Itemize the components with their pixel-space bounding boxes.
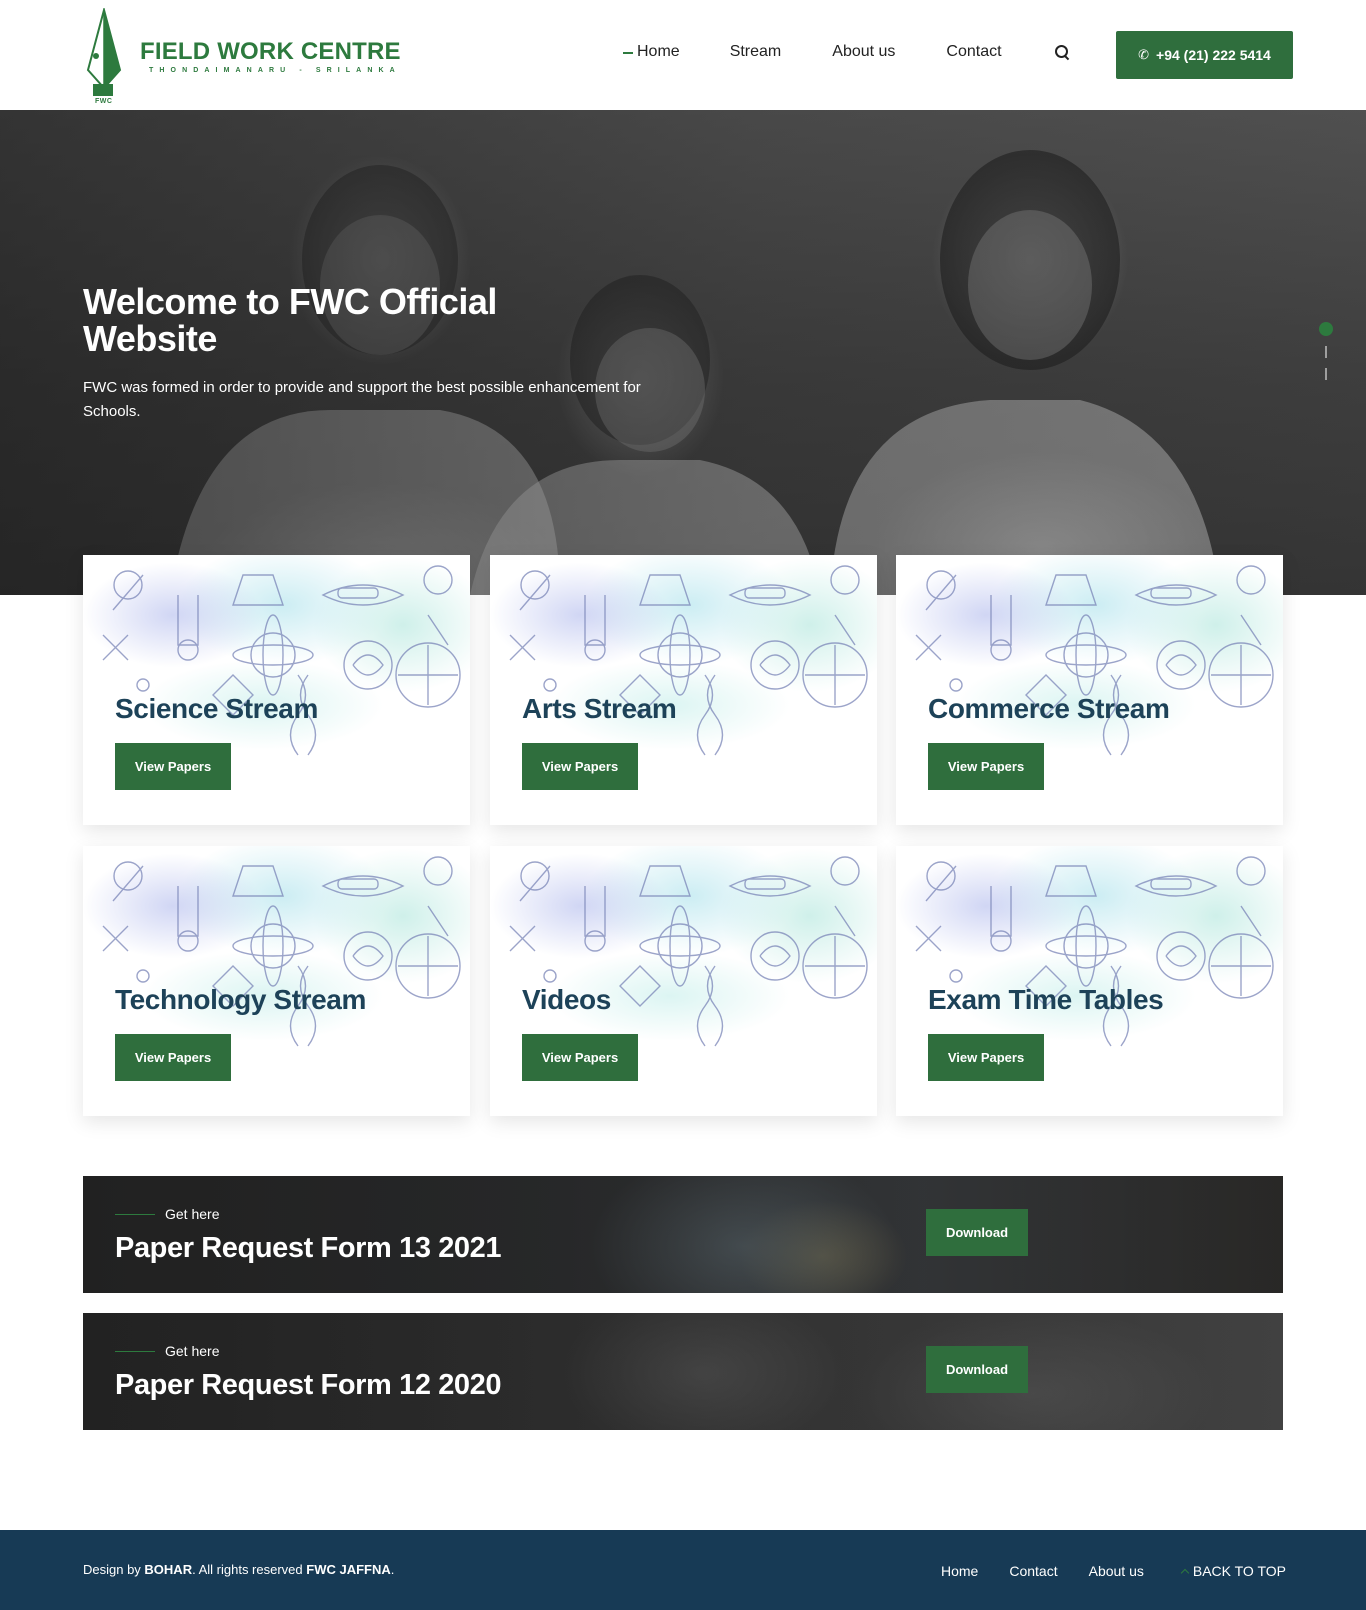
download-button[interactable]: Download: [926, 1346, 1028, 1393]
phone-button[interactable]: ✆ +94 (21) 222 5414: [1116, 31, 1293, 79]
view-papers-button[interactable]: View Papers: [115, 1034, 231, 1081]
nav-home[interactable]: Home: [623, 43, 680, 61]
copy-suffix: .: [390, 1562, 395, 1577]
main-nav: Home Stream About us Contact: [623, 43, 1070, 61]
hero-description: FWC was formed in order to provide and s…: [83, 379, 641, 420]
logo-subtitle: THONDAIMANARU - SRILANKA: [149, 67, 401, 74]
card-science-stream: Science Stream View Papers: [83, 555, 470, 825]
fwc-logo-icon: [86, 8, 122, 96]
banner-title: Paper Request Form 13 2021: [115, 1232, 502, 1264]
nav-contact[interactable]: Contact: [946, 43, 1001, 61]
science-doodle-image: [490, 555, 877, 765]
phone-icon: ✆: [1138, 47, 1150, 62]
download-button[interactable]: Download: [926, 1209, 1028, 1256]
card-title: Exam Time Tables: [928, 984, 1164, 1015]
logo-abbr: FWC: [95, 98, 113, 105]
card-title: Technology Stream: [115, 984, 366, 1015]
slider-pagination: [1318, 322, 1334, 382]
owner-name: FWC JAFFNA: [306, 1562, 391, 1577]
designer-name: BOHAR: [144, 1562, 193, 1577]
back-to-top-link[interactable]: BACK TO TOP: [1180, 1563, 1286, 1579]
view-papers-button[interactable]: View Papers: [522, 743, 638, 790]
card-title: Videos: [522, 984, 611, 1015]
nav-stream[interactable]: Stream: [730, 43, 782, 61]
card-title: Science Stream: [115, 693, 318, 724]
footer-nav: Home Contact About us BACK TO TOP: [941, 1563, 1286, 1579]
card-technology-stream: Technology Stream View Papers: [83, 846, 470, 1116]
hero-title: Welcome to FWC Official Website: [83, 281, 497, 359]
site-footer: Design by BOHAR. All rights reserved FWC…: [0, 1530, 1366, 1610]
slider-dot-1[interactable]: [1319, 322, 1333, 336]
search-icon[interactable]: [1054, 44, 1070, 60]
download-banner-2021: Get here Paper Request Form 13 2021 Down…: [83, 1176, 1283, 1293]
card-title: Arts Stream: [522, 693, 677, 724]
site-header: FWC FIELD WORK CENTRE THONDAIMANARU - SR…: [0, 0, 1366, 110]
logo-title: FIELD WORK CENTRE: [140, 38, 401, 65]
view-papers-button[interactable]: View Papers: [928, 743, 1044, 790]
view-papers-button[interactable]: View Papers: [522, 1034, 638, 1081]
slider-dot-2[interactable]: [1325, 346, 1327, 358]
footer-link-contact[interactable]: Contact: [1009, 1563, 1057, 1579]
copy-middle: . All rights reserved: [192, 1562, 307, 1577]
science-doodle-image: [490, 846, 877, 1056]
nav-about-us[interactable]: About us: [832, 43, 895, 61]
footer-link-about-us[interactable]: About us: [1089, 1563, 1144, 1579]
card-exam-time-tables: Exam Time Tables View Papers: [896, 846, 1283, 1116]
science-doodle-image: [83, 555, 470, 765]
card-arts-stream: Arts Stream View Papers: [490, 555, 877, 825]
card-videos: Videos View Papers: [490, 846, 877, 1116]
science-doodle-image: [83, 846, 470, 1056]
card-title: Commerce Stream: [928, 693, 1170, 724]
banner-divider: [115, 1351, 155, 1352]
copy-prefix: Design by: [83, 1562, 145, 1577]
view-papers-button[interactable]: View Papers: [928, 1034, 1044, 1081]
banner-kicker: Get here: [165, 1206, 220, 1222]
banner-title: Paper Request Form 12 2020: [115, 1369, 502, 1401]
site-logo[interactable]: FWC FIELD WORK CENTRE THONDAIMANARU - SR…: [84, 8, 401, 108]
science-doodle-image: [896, 846, 1283, 1056]
view-papers-button[interactable]: View Papers: [115, 743, 231, 790]
science-doodle-image: [896, 555, 1283, 765]
banner-divider: [115, 1214, 155, 1215]
card-commerce-stream: Commerce Stream View Papers: [896, 555, 1283, 825]
banner-kicker: Get here: [165, 1343, 220, 1359]
phone-number: +94 (21) 222 5414: [1156, 47, 1271, 63]
footer-copyright: Design by BOHAR. All rights reserved FWC…: [83, 1562, 394, 1577]
hero-slider: Welcome to FWC Official Website FWC was …: [0, 110, 1366, 595]
footer-link-home[interactable]: Home: [941, 1563, 978, 1579]
slider-dot-3[interactable]: [1325, 368, 1327, 380]
download-banner-2020: Get here Paper Request Form 12 2020 Down…: [83, 1313, 1283, 1430]
